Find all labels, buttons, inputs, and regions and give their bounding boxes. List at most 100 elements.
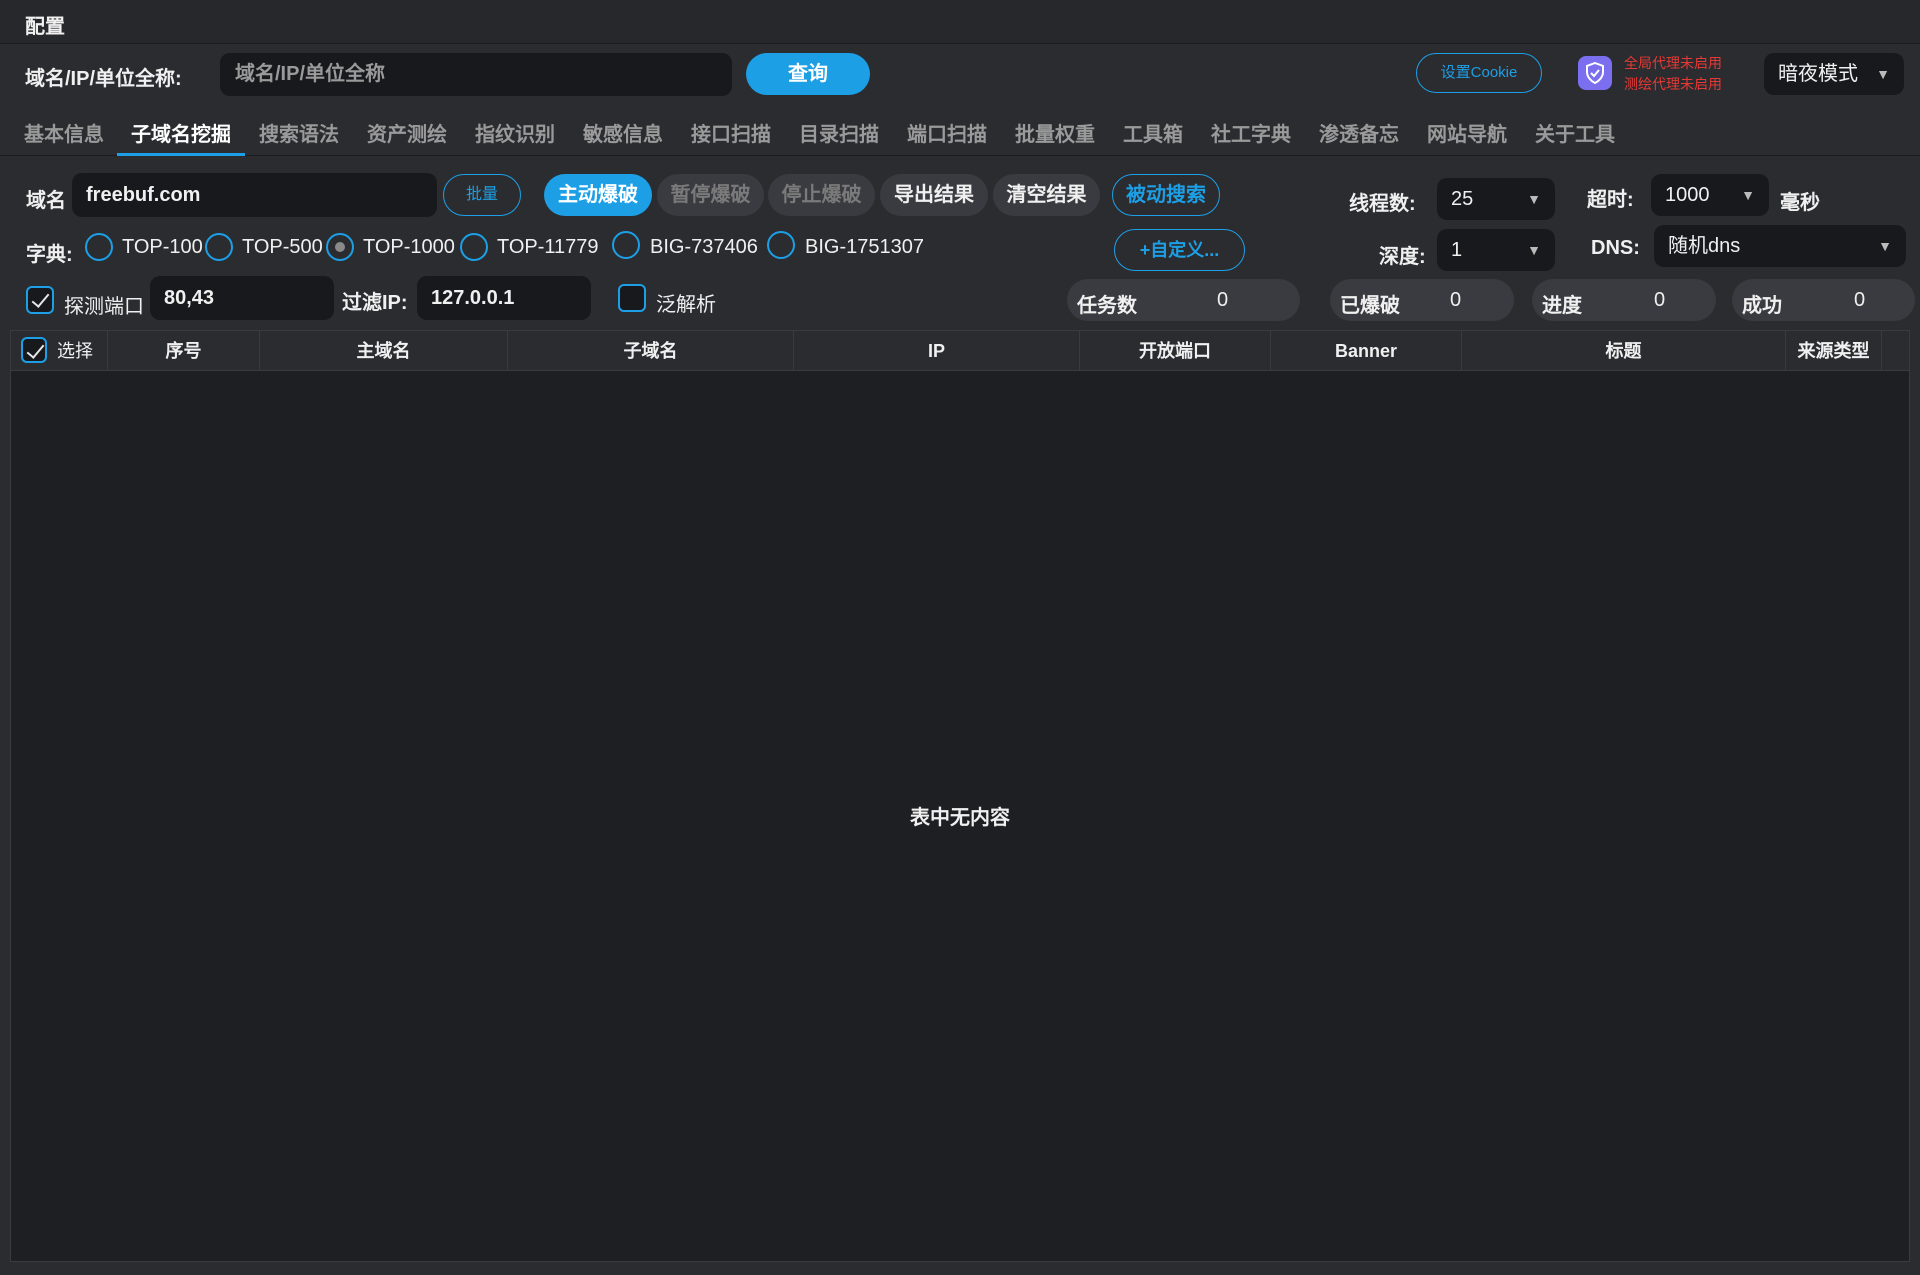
depth-select[interactable]: 1 ▼ <box>1437 229 1555 271</box>
column-title[interactable]: 标题 <box>1462 331 1786 371</box>
threads-label: 线程数: <box>1349 193 1416 215</box>
dict-radio-top500[interactable] <box>205 233 233 261</box>
tasks-value: 0 <box>1217 289 1229 311</box>
dict-radio-top11779[interactable] <box>460 233 488 261</box>
menu-bar: 配置 <box>0 0 1920 44</box>
dict-label-big1751307: BIG-1751307 <box>805 236 924 258</box>
chevron-down-icon: ▼ <box>1527 191 1541 207</box>
tab-asset-mapping[interactable]: 资产测绘 <box>367 118 447 154</box>
tab-about[interactable]: 关于工具 <box>1535 118 1615 154</box>
proxy-status: 全局代理未启用 测绘代理未启用 <box>1624 53 1722 95</box>
chevron-down-icon: ▼ <box>1878 238 1892 254</box>
proxy-test-status: 测绘代理未启用 <box>1624 76 1722 92</box>
dict-label-top100: TOP-100 <box>122 236 203 258</box>
success-label: 成功 <box>1742 295 1782 317</box>
tab-basic-info[interactable]: 基本信息 <box>24 118 104 154</box>
tab-fingerprint[interactable]: 指纹识别 <box>475 118 555 154</box>
tab-site-nav[interactable]: 网站导航 <box>1427 118 1507 154</box>
column-main-domain[interactable]: 主域名 <box>260 331 508 371</box>
clear-results-button[interactable]: 清空结果 <box>993 174 1100 216</box>
progress-value: 0 <box>1654 289 1666 311</box>
done-value: 0 <box>1450 289 1462 311</box>
chevron-down-icon: ▼ <box>1876 66 1890 82</box>
dict-radio-big1751307[interactable] <box>767 231 795 259</box>
depth-value: 1 <box>1451 239 1463 261</box>
done-label: 已爆破 <box>1340 295 1400 317</box>
chevron-down-icon: ▼ <box>1527 242 1541 258</box>
dict-radio-big737406[interactable] <box>612 231 640 259</box>
dict-label-top500: TOP-500 <box>242 236 323 258</box>
select-all-header[interactable]: 选择 <box>11 331 108 371</box>
table-empty-message: 表中无内容 <box>910 807 1010 829</box>
tab-search-syntax[interactable]: 搜索语法 <box>259 118 339 154</box>
threads-select[interactable]: 25 ▼ <box>1437 178 1555 220</box>
stop-brute-button[interactable]: 停止爆破 <box>768 174 875 216</box>
progress-stat: 进度 0 <box>1532 279 1716 321</box>
dns-select[interactable]: 随机dns ▼ <box>1654 225 1906 267</box>
domain-label: 域名 <box>26 190 66 212</box>
dict-label-big737406: BIG-737406 <box>650 236 758 258</box>
filter-ip-input[interactable]: 127.0.0.1 <box>417 276 591 320</box>
column-banner[interactable]: Banner <box>1271 331 1462 371</box>
dict-label-top11779: TOP-11779 <box>497 236 599 258</box>
pause-brute-button[interactable]: 暂停爆破 <box>657 174 764 216</box>
timeout-unit: 毫秒 <box>1780 192 1820 214</box>
column-ip[interactable]: IP <box>794 331 1080 371</box>
dict-label: 字典: <box>26 244 73 266</box>
shield-icon[interactable] <box>1578 56 1612 90</box>
tasks-stat: 任务数 0 <box>1067 279 1300 321</box>
menu-config[interactable]: 配置 <box>25 10 65 39</box>
select-all-checkbox[interactable] <box>21 337 47 363</box>
tasks-label: 任务数 <box>1077 295 1137 317</box>
passive-search-button[interactable]: 被动搜索 <box>1112 174 1220 216</box>
column-subdomain[interactable]: 子域名 <box>508 331 794 371</box>
tab-dir-scan[interactable]: 目录扫描 <box>799 118 879 154</box>
query-button[interactable]: 查询 <box>746 53 870 95</box>
threads-value: 25 <box>1451 188 1474 210</box>
export-results-button[interactable]: 导出结果 <box>880 174 988 216</box>
domain-input[interactable]: freebuf.com <box>72 173 437 217</box>
column-source-type[interactable]: 来源类型 <box>1786 331 1882 371</box>
tab-subdomain[interactable]: 子域名挖掘 <box>117 118 245 156</box>
theme-mode-select[interactable]: 暗夜模式 ▼ <box>1764 53 1904 95</box>
custom-dict-button[interactable]: +自定义... <box>1114 229 1245 271</box>
tab-sensitive-info[interactable]: 敏感信息 <box>583 118 663 154</box>
set-cookie-button[interactable]: 设置Cookie <box>1416 53 1542 93</box>
tab-batch-weight[interactable]: 批量权重 <box>1015 118 1095 154</box>
timeout-label: 超时: <box>1587 189 1634 211</box>
column-open-ports[interactable]: 开放端口 <box>1080 331 1271 371</box>
tab-bar: 基本信息 子域名挖掘 搜索语法 资产测绘 指纹识别 敏感信息 接口扫描 目录扫描… <box>0 112 1920 156</box>
probe-port-input[interactable]: 80,43 <box>150 276 334 320</box>
wildcard-checkbox[interactable] <box>618 284 646 312</box>
done-stat: 已爆破 0 <box>1330 279 1514 321</box>
dict-label-top1000: TOP-1000 <box>363 236 455 258</box>
results-table: 选择 序号 主域名 子域名 IP 开放端口 Banner 标题 来源类型 表中无… <box>10 330 1910 1262</box>
proxy-global-status: 全局代理未启用 <box>1624 55 1722 71</box>
wildcard-label: 泛解析 <box>656 294 716 316</box>
query-input[interactable]: 域名/IP/单位全称 <box>220 53 732 96</box>
progress-label: 进度 <box>1542 295 1582 317</box>
success-value: 0 <box>1854 289 1866 311</box>
dns-value: 随机dns <box>1668 235 1741 257</box>
tab-api-scan[interactable]: 接口扫描 <box>691 118 771 154</box>
dict-radio-top100[interactable] <box>85 233 113 261</box>
depth-label: 深度: <box>1379 246 1426 268</box>
tab-pentest-memo[interactable]: 渗透备忘 <box>1319 118 1399 154</box>
timeout-value: 1000 <box>1665 184 1710 206</box>
active-brute-button[interactable]: 主动爆破 <box>544 174 652 216</box>
chevron-down-icon: ▼ <box>1741 187 1755 203</box>
tab-toolbox[interactable]: 工具箱 <box>1123 118 1183 154</box>
tab-port-scan[interactable]: 端口扫描 <box>907 118 987 154</box>
theme-mode-value: 暗夜模式 <box>1778 63 1858 85</box>
column-select: 选择 <box>57 341 93 361</box>
filter-ip-label: 过滤IP: <box>342 292 408 314</box>
dict-radio-top1000[interactable] <box>326 233 354 261</box>
timeout-select[interactable]: 1000 ▼ <box>1651 174 1769 216</box>
success-stat: 成功 0 <box>1732 279 1915 321</box>
probe-port-checkbox[interactable] <box>26 286 54 314</box>
tab-social-dict[interactable]: 社工字典 <box>1211 118 1291 154</box>
batch-button[interactable]: 批量 <box>443 174 521 216</box>
column-index[interactable]: 序号 <box>108 331 260 371</box>
dns-label: DNS: <box>1591 237 1640 259</box>
probe-port-label: 探测端口 <box>64 296 144 318</box>
